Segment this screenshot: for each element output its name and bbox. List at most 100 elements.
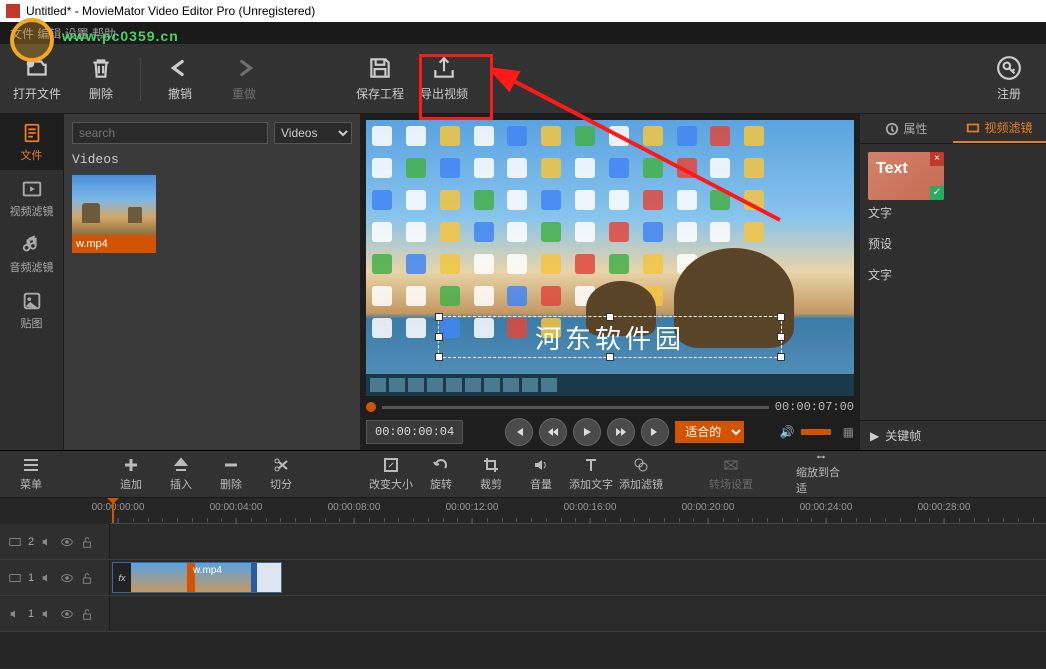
tl-insert-button[interactable]: 插入 — [156, 452, 206, 496]
remove-filter-icon[interactable]: × — [930, 152, 944, 166]
track-body[interactable]: fx w.mp4 — [110, 560, 1046, 595]
title-bar: Untitled* - MovieMator Video Editor Pro … — [0, 0, 1046, 22]
timeline-ruler[interactable]: 00:00:00:0000:00:04:0000:00:08:0000:00:1… — [110, 498, 1046, 524]
tab-video-filter[interactable]: 视频滤镜 — [953, 114, 1046, 143]
apply-filter-icon[interactable]: ✓ — [930, 186, 944, 200]
preset-label: 预设 — [868, 235, 1038, 252]
current-timecode[interactable]: 00:00:00:04 — [366, 420, 463, 444]
properties-panel: 属性 视频滤镜 Text × ✓ 文字 预设 文字 ▶ 关键帧 — [860, 114, 1046, 450]
track-body[interactable] — [110, 596, 1046, 631]
tl-volume-button[interactable]: 音量 — [516, 452, 566, 496]
volume-slider[interactable] — [801, 429, 831, 435]
open-file-icon — [24, 55, 50, 81]
track-head-a1[interactable]: 1 — [0, 596, 110, 631]
workspace: 文件 视频滤镜 音频滤镜 贴图 Videos Videos w.mp4 — [0, 114, 1046, 450]
key-icon — [996, 55, 1022, 81]
tl-split-button[interactable]: 切分 — [256, 452, 306, 496]
menu-bar[interactable]: 文件 编辑 设置 帮助 — [0, 22, 1046, 44]
main-toolbar: 打开文件 删除 撤销 重做 保存工程 导出视频 注册 — [0, 44, 1046, 114]
play-button[interactable] — [573, 418, 601, 446]
duration-timecode: 00:00:07:00 — [775, 400, 854, 414]
search-input[interactable] — [72, 122, 268, 144]
tl-crop-button[interactable]: 裁剪 — [466, 452, 516, 496]
nav-sticker[interactable]: 贴图 — [0, 282, 63, 338]
trash-icon — [88, 55, 114, 81]
speaker-icon[interactable] — [8, 607, 22, 621]
skip-end-button[interactable] — [641, 418, 669, 446]
track-body[interactable] — [110, 524, 1046, 559]
media-thumbnail[interactable]: w.mp4 — [72, 175, 156, 253]
lock-icon[interactable] — [80, 571, 94, 585]
rewind-button[interactable] — [539, 418, 567, 446]
grid-icon[interactable]: ▦ — [843, 425, 854, 439]
track-v1: 1 fx w.mp4 — [0, 560, 1046, 596]
skip-start-button[interactable] — [505, 418, 533, 446]
thumbnail-label: w.mp4 — [72, 235, 156, 253]
undo-button[interactable]: 撤销 — [149, 49, 211, 109]
forward-button[interactable] — [607, 418, 635, 446]
speaker-icon[interactable] — [40, 607, 54, 621]
track-head-v2[interactable]: 2 — [0, 524, 110, 559]
speaker-icon[interactable] — [40, 571, 54, 585]
scrub-bar[interactable]: 00:00:07:00 — [366, 400, 854, 414]
delete-button[interactable]: 删除 — [70, 49, 132, 109]
app-icon — [6, 4, 20, 18]
undo-icon — [167, 55, 193, 81]
tl-transition-button[interactable]: 转场设置 — [706, 452, 756, 496]
tl-remove-button[interactable]: 删除 — [206, 452, 256, 496]
lock-icon[interactable] — [80, 535, 94, 549]
track-head-v1[interactable]: 1 — [0, 560, 110, 595]
eye-icon[interactable] — [60, 535, 74, 549]
nav-video-filter[interactable]: 视频滤镜 — [0, 170, 63, 226]
export-video-button[interactable]: 导出视频 — [413, 49, 475, 109]
menu-items[interactable]: 文件 编辑 设置 帮助 — [10, 27, 116, 41]
window-title: Untitled* - MovieMator Video Editor Pro … — [26, 4, 315, 18]
category-label: Videos — [72, 152, 352, 167]
tl-resize-button[interactable]: 改变大小 — [366, 452, 416, 496]
text-label: 文字 — [868, 266, 1038, 283]
text-overlay[interactable]: 河东软件园 — [438, 316, 782, 358]
save-icon — [367, 55, 393, 81]
nav-audio-filter[interactable]: 音频滤镜 — [0, 226, 63, 282]
timeline: 00:00:00:0000:00:04:0000:00:08:0000:00:1… — [0, 498, 1046, 668]
tab-attributes[interactable]: 属性 — [860, 114, 953, 143]
filter-thumbnail[interactable]: Text × ✓ — [868, 152, 944, 200]
timeline-toolbar: 菜单 追加 插入 删除 切分 改变大小 旋转 裁剪 音量 添加文字 添加滤镜 转… — [0, 450, 1046, 498]
chevron-right-icon: ▶ — [870, 429, 879, 443]
thumbnail-image — [72, 175, 156, 235]
nav-file[interactable]: 文件 — [0, 114, 63, 170]
timeline-clip[interactable]: fx w.mp4 — [112, 562, 282, 593]
clip-fx-badge: fx — [113, 563, 131, 592]
media-browser: Videos Videos w.mp4 — [64, 114, 360, 450]
eye-icon[interactable] — [60, 571, 74, 585]
redo-button[interactable]: 重做 — [213, 49, 275, 109]
tl-rotate-button[interactable]: 旋转 — [416, 452, 466, 496]
preview-canvas[interactable]: 河东软件园 — [366, 120, 854, 396]
lock-icon[interactable] — [80, 607, 94, 621]
tl-append-button[interactable]: 追加 — [106, 452, 156, 496]
keyframes-toggle[interactable]: ▶ 关键帧 — [860, 420, 1046, 450]
track-a1: 1 — [0, 596, 1046, 632]
tl-menu-button[interactable]: 菜单 — [6, 452, 56, 496]
left-nav: 文件 视频滤镜 音频滤镜 贴图 — [0, 114, 64, 450]
export-icon — [431, 55, 457, 81]
preview-panel: 河东软件园 00:00:07:00 00:00:00:04 适合的 🔊 ▦ — [360, 114, 860, 450]
tl-addfilter-button[interactable]: 添加滤镜 — [616, 452, 666, 496]
track-v2: 2 — [0, 524, 1046, 560]
filter-label: 文字 — [868, 204, 1038, 221]
tl-addtext-button[interactable]: 添加文字 — [566, 452, 616, 496]
clip-label: w.mp4 — [193, 565, 222, 576]
register-button[interactable]: 注册 — [978, 49, 1040, 109]
category-select[interactable]: Videos — [274, 122, 352, 144]
eye-icon[interactable] — [60, 607, 74, 621]
transport-controls: 00:00:00:04 适合的 🔊 ▦ — [366, 416, 854, 448]
tl-zoomfit-button[interactable]: 缩放到合适 — [796, 452, 846, 496]
preview-taskbar — [366, 374, 854, 396]
timeline-tracks: 2 1 fx w.mp4 — [0, 524, 1046, 668]
volume-icon[interactable]: 🔊 — [780, 425, 795, 439]
zoom-select[interactable]: 适合的 — [675, 421, 744, 443]
playhead[interactable] — [112, 498, 114, 523]
save-project-button[interactable]: 保存工程 — [349, 49, 411, 109]
open-file-button[interactable]: 打开文件 — [6, 49, 68, 109]
speaker-icon[interactable] — [40, 535, 54, 549]
